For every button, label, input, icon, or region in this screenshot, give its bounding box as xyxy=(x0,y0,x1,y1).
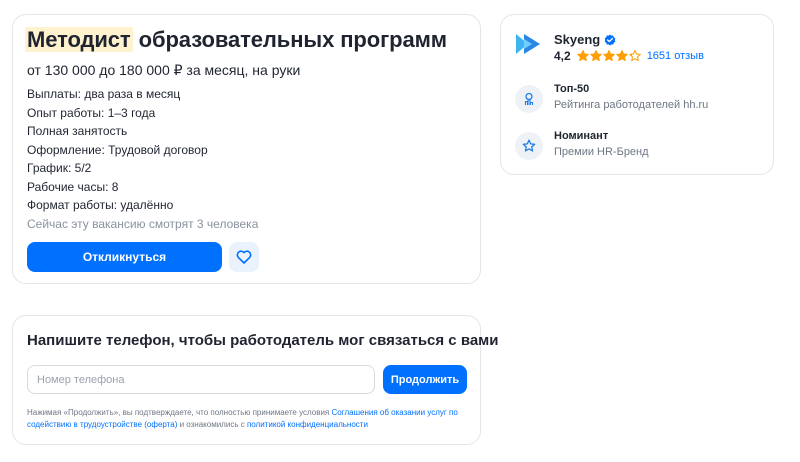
vacancy-title-highlight: Методист xyxy=(25,27,133,52)
privacy-policy-link[interactable]: политикой конфиденциальности xyxy=(247,420,368,429)
verified-check-icon xyxy=(604,34,616,45)
phone-input[interactable] xyxy=(27,365,375,394)
company-name[interactable]: Skyeng xyxy=(554,32,600,47)
vacancy-facts: Выплаты: два раза в месяц Опыт работы: 1… xyxy=(27,85,258,233)
phone-form-card: Напишите телефон, чтобы работодатель мог… xyxy=(12,315,499,445)
heart-icon xyxy=(236,250,252,264)
rating-row: 4,2 1651 отзыв xyxy=(554,49,704,63)
fact-employment: Полная занятость xyxy=(27,124,128,138)
badge-top50: Топ-50 Рейтинга работодателей hh.ru xyxy=(515,83,765,115)
badge-top50-subtitle: Рейтинга работодателей hh.ru xyxy=(554,99,709,111)
vacancy-title-rest: образовательных программ xyxy=(138,27,447,52)
phone-form-title: Напишите телефон, чтобы работодатель мог… xyxy=(27,332,499,349)
star-icon xyxy=(628,50,641,62)
company-name-row: Skyeng xyxy=(554,32,616,47)
fact-hours: Рабочие часы: 8 xyxy=(27,179,119,194)
vacancy-card: Методист образовательных программ от 130… xyxy=(12,14,481,284)
continue-button[interactable]: Продолжить xyxy=(383,365,467,394)
vacancy-title: Методист образовательных программ xyxy=(25,27,447,53)
badge-nominee-title: Номинант xyxy=(554,130,609,142)
star-icon xyxy=(576,50,589,62)
viewers-count: Сейчас эту вакансию смотрят 3 человека xyxy=(27,216,259,231)
ranking-icon xyxy=(515,85,543,113)
star-icon xyxy=(589,50,602,62)
fact-payments: Выплаты: два раза в месяц xyxy=(27,87,181,101)
rating-value: 4,2 xyxy=(554,49,571,63)
fact-experience: Опыт работы: 1–3 года xyxy=(27,105,156,120)
respond-button[interactable]: Откликнуться xyxy=(27,242,222,272)
company-card: Skyeng 4,2 1651 отзыв Топ-50 Рейтинга ра… xyxy=(500,14,774,175)
disclaimer-text-1: Нажимая «Продолжить», вы подтверждаете, … xyxy=(27,408,332,417)
company-logo[interactable] xyxy=(515,33,541,55)
star-icon xyxy=(602,50,615,62)
star-icon xyxy=(615,50,628,62)
badge-nominee: Номинант Премии HR-Бренд xyxy=(515,130,765,162)
fact-work-format: Формат работы: удалённо xyxy=(27,198,174,212)
disclaimer-text-2: и ознакомились с xyxy=(177,420,247,429)
reviews-link[interactable]: 1651 отзыв xyxy=(647,50,704,62)
rating-stars xyxy=(576,50,641,62)
disclaimer: Нажимая «Продолжить», вы подтверждаете, … xyxy=(27,407,467,431)
badge-nominee-subtitle: Премии HR-Бренд xyxy=(554,146,649,158)
badge-top50-title: Топ-50 xyxy=(554,83,590,95)
favorite-button[interactable] xyxy=(229,242,259,272)
award-icon xyxy=(515,132,543,160)
salary: от 130 000 до 180 000 ₽ за месяц, на рук… xyxy=(27,62,301,78)
fact-schedule: График: 5/2 xyxy=(27,161,92,175)
fact-contract: Оформление: Трудовой договор xyxy=(27,142,208,157)
